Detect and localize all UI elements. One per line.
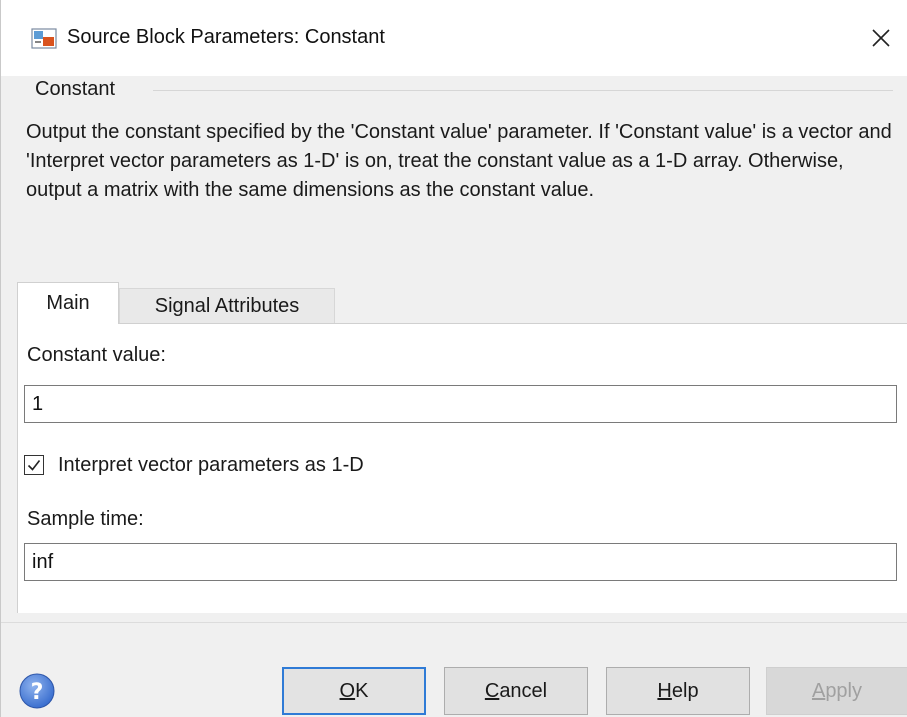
ok-mnemonic: O [339,679,356,702]
title-bar[interactable]: Source Block Parameters: Constant [1,0,907,76]
tab-bar: Main Signal Attributes [17,282,897,324]
close-button[interactable] [861,18,901,58]
interpret-vector-checkbox[interactable] [24,455,44,475]
checkmark-icon [27,460,41,471]
cancel-label-rest: ancel [499,679,548,702]
ok-button[interactable]: OK [282,667,426,715]
footer-divider [1,622,907,623]
cancel-mnemonic: C [484,679,500,702]
sample-time-label: Sample time: [27,508,144,530]
help-mnemonic: H [657,679,672,702]
divider [153,90,893,91]
constant-value-input[interactable] [24,385,897,423]
cancel-button[interactable]: Cancel [444,667,588,715]
apply-label-rest: pply [825,679,863,702]
block-name: Constant [35,78,116,100]
apply-button[interactable]: Apply [766,667,907,715]
help-icon[interactable]: ? [18,672,56,710]
block-description: Output the constant specified by the 'Co… [26,121,892,201]
window-title: Source Block Parameters: Constant [67,26,385,48]
svg-text:?: ? [31,680,44,705]
interpret-vector-row: Interpret vector parameters as 1-D [24,452,364,478]
help-button[interactable]: Help [606,667,750,715]
ok-label-rest: K [355,679,369,702]
close-icon [872,29,890,47]
simulink-block-icon [31,28,57,49]
tab-signal-attributes[interactable]: Signal Attributes [119,288,335,324]
interpret-vector-label: Interpret vector parameters as 1-D [58,453,364,476]
tab-main[interactable]: Main [17,282,119,324]
constant-value-label: Constant value: [27,344,166,366]
dialog-window: Source Block Parameters: Constant Consta… [0,0,907,717]
sample-time-input[interactable] [24,543,897,581]
apply-mnemonic: A [811,679,826,702]
help-label-rest: elp [671,679,699,702]
